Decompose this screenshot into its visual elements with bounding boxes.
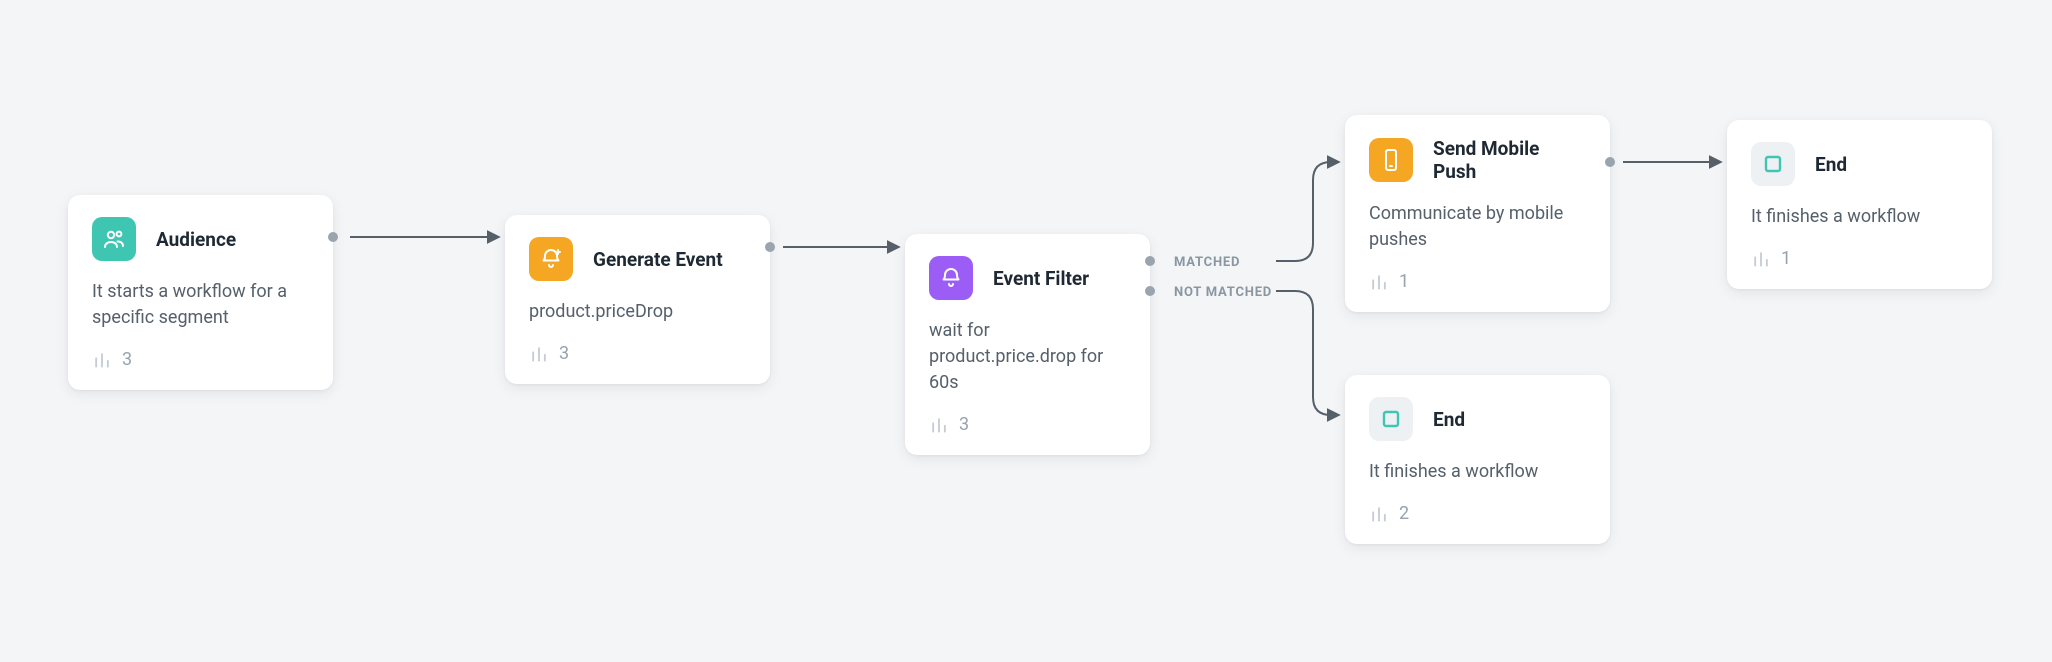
node-title: End (1815, 153, 1847, 176)
node-count: 3 (959, 414, 969, 435)
node-description: product.priceDrop (529, 299, 746, 325)
node-count: 1 (1781, 248, 1791, 269)
node-count: 1 (1399, 271, 1409, 292)
stats-icon (1369, 272, 1389, 292)
node-stats: 3 (529, 343, 746, 364)
node-title: End (1433, 408, 1465, 431)
node-description: It starts a workflow for a specific segm… (92, 279, 309, 331)
node-title: Audience (156, 228, 236, 251)
node-audience[interactable]: Audience It starts a workflow for a spec… (68, 195, 333, 390)
stats-icon (529, 344, 549, 364)
node-stats: 3 (929, 414, 1126, 435)
node-generate-event[interactable]: Generate Event product.priceDrop 3 (505, 215, 770, 384)
port-label-not-matched: NOT MATCHED (1174, 285, 1272, 300)
stats-icon (92, 350, 112, 370)
node-stats: 3 (92, 349, 309, 370)
node-title: Send Mobile Push (1433, 137, 1586, 183)
end-icon (1751, 142, 1795, 186)
node-send-mobile-push[interactable]: Send Mobile Push Communicate by mobile p… (1345, 115, 1610, 312)
stats-icon (1751, 249, 1771, 269)
node-title: Generate Event (593, 248, 723, 271)
node-stats: 2 (1369, 503, 1586, 524)
event-filter-icon (929, 256, 973, 300)
audience-icon (92, 217, 136, 261)
output-port-matched[interactable] (1145, 256, 1155, 266)
output-port-not-matched[interactable] (1145, 286, 1155, 296)
node-description: It finishes a workflow (1369, 459, 1586, 485)
node-description: It finishes a workflow (1751, 204, 1968, 230)
stats-icon (929, 415, 949, 435)
node-event-filter[interactable]: Event Filter wait for product.price.drop… (905, 234, 1150, 455)
node-description: Communicate by mobile pushes (1369, 201, 1586, 253)
end-icon (1369, 397, 1413, 441)
stats-icon (1369, 504, 1389, 524)
node-end-bottom[interactable]: End It finishes a workflow 2 (1345, 375, 1610, 544)
node-stats: 1 (1751, 248, 1968, 269)
output-port[interactable] (765, 242, 775, 252)
node-count: 3 (559, 343, 569, 364)
node-end-top[interactable]: End It finishes a workflow 1 (1727, 120, 1992, 289)
node-count: 2 (1399, 503, 1409, 524)
output-port[interactable] (1605, 157, 1615, 167)
port-label-matched: MATCHED (1174, 255, 1240, 270)
node-description: wait for product.price.drop for 60s (929, 318, 1126, 396)
generate-event-icon (529, 237, 573, 281)
node-count: 3 (122, 349, 132, 370)
node-title: Event Filter (993, 267, 1089, 290)
output-port[interactable] (328, 232, 338, 242)
workflow-canvas[interactable]: Audience It starts a workflow for a spec… (0, 0, 2052, 662)
node-stats: 1 (1369, 271, 1586, 292)
mobile-push-icon (1369, 138, 1413, 182)
